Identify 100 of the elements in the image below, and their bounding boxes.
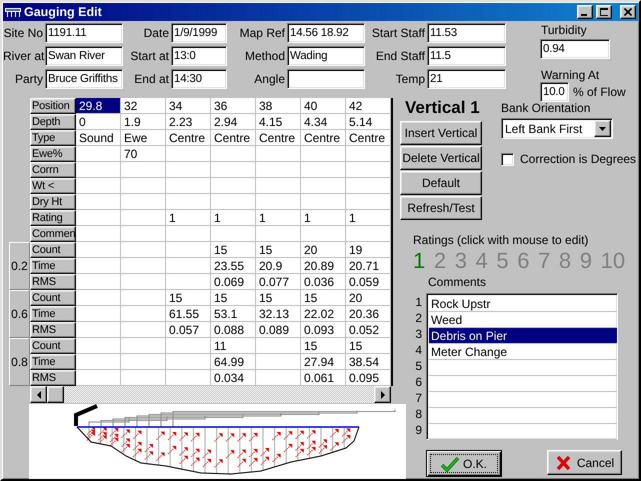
table-cell[interactable]: 1.9 xyxy=(121,114,166,130)
table-cell[interactable]: 1 xyxy=(256,210,301,226)
table-cell[interactable] xyxy=(211,162,256,178)
table-cell[interactable] xyxy=(121,226,166,242)
table-cell[interactable]: 4.34 xyxy=(301,114,346,130)
ok-button[interactable]: O.K. xyxy=(426,450,502,477)
table-cell[interactable] xyxy=(76,354,121,370)
list-item[interactable]: Meter Change xyxy=(429,344,617,360)
table-cell[interactable] xyxy=(346,194,391,210)
table-cell[interactable] xyxy=(256,226,301,242)
table-cell[interactable] xyxy=(76,178,121,194)
scroll-thumb[interactable] xyxy=(47,386,64,403)
input-field[interactable]: 1/9/1999 xyxy=(171,23,227,43)
table-cell[interactable]: 42 xyxy=(346,98,391,114)
action-button[interactable]: Insert Vertical xyxy=(400,121,482,145)
input-field[interactable]: Wading xyxy=(287,46,365,66)
table-cell[interactable]: 2.94 xyxy=(211,114,256,130)
table-cell[interactable]: 23.55 xyxy=(211,258,256,274)
table-cell[interactable] xyxy=(76,306,121,322)
table-cell[interactable]: 20 xyxy=(301,242,346,258)
table-cell[interactable] xyxy=(166,274,211,290)
table-cell[interactable] xyxy=(76,258,121,274)
table-cell[interactable]: 20.89 xyxy=(301,258,346,274)
table-cell[interactable] xyxy=(301,226,346,242)
comments-list[interactable]: Rock Upstr Weed Debris on Pier Meter Change xyxy=(426,293,618,440)
table-cell[interactable] xyxy=(256,146,301,162)
table-cell[interactable] xyxy=(346,178,391,194)
table-cell[interactable]: 0.093 xyxy=(301,322,346,338)
close-button[interactable] xyxy=(620,5,636,19)
table-cell[interactable]: 0.052 xyxy=(346,322,391,338)
table-cell[interactable]: 36 xyxy=(211,98,256,114)
table-cell[interactable]: Centre xyxy=(346,130,391,146)
table-cell[interactable]: 5.14 xyxy=(346,114,391,130)
scroll-left-button[interactable] xyxy=(30,386,47,403)
table-cell[interactable] xyxy=(166,242,211,258)
checkbox[interactable] xyxy=(501,152,514,166)
table-cell[interactable]: 4.15 xyxy=(256,114,301,130)
table-cell[interactable]: 1 xyxy=(211,210,256,226)
table-cell[interactable]: 15 xyxy=(256,290,301,306)
table-cell[interactable] xyxy=(76,162,121,178)
table-cell[interactable] xyxy=(166,226,211,242)
table-cell[interactable]: Sound xyxy=(76,130,121,146)
table-cell[interactable]: 64.99 xyxy=(211,354,256,370)
table-cell[interactable] xyxy=(76,226,121,242)
table-cell[interactable]: 19 xyxy=(346,242,391,258)
table-cell[interactable] xyxy=(211,226,256,242)
table-cell[interactable] xyxy=(121,290,166,306)
table-cell[interactable]: 40 xyxy=(301,98,346,114)
table-cell[interactable]: 61.55 xyxy=(166,306,211,322)
table-cell[interactable]: 15 xyxy=(166,290,211,306)
table-cell[interactable] xyxy=(76,210,121,226)
table-cell[interactable] xyxy=(211,194,256,210)
table-cell[interactable]: 27.94 xyxy=(301,354,346,370)
table-cell[interactable] xyxy=(256,354,301,370)
table-cell[interactable]: 15 xyxy=(256,242,301,258)
table-cell[interactable] xyxy=(166,258,211,274)
input-field[interactable]: 14:30 xyxy=(171,69,227,89)
table-cell[interactable]: 15 xyxy=(211,242,256,258)
input-field[interactable] xyxy=(287,69,365,89)
table-cell[interactable] xyxy=(166,338,211,354)
table-cell[interactable] xyxy=(121,274,166,290)
table-cell[interactable] xyxy=(76,274,121,290)
cancel-button[interactable]: Cancel xyxy=(547,450,622,475)
table-cell[interactable] xyxy=(121,258,166,274)
dropdown[interactable]: Left Bank First xyxy=(501,118,613,139)
table-cell[interactable] xyxy=(121,162,166,178)
table-cell[interactable] xyxy=(121,194,166,210)
table-cell[interactable] xyxy=(121,242,166,258)
table-cell[interactable]: 38 xyxy=(256,98,301,114)
table-cell[interactable] xyxy=(121,354,166,370)
table-cell[interactable]: 15 xyxy=(301,290,346,306)
table-cell[interactable]: 29.8 xyxy=(76,98,121,114)
table-cell[interactable] xyxy=(301,194,346,210)
action-button[interactable]: Refresh/Test xyxy=(400,196,482,220)
table-cell[interactable]: 34 xyxy=(166,98,211,114)
table-cell[interactable]: 2.23 xyxy=(166,114,211,130)
input-field[interactable]: Swan River xyxy=(45,46,123,66)
table-cell[interactable] xyxy=(166,146,211,162)
table-cell[interactable]: 38.54 xyxy=(346,354,391,370)
table-cell[interactable] xyxy=(166,194,211,210)
table-cell[interactable] xyxy=(166,178,211,194)
table-cell[interactable]: 0.089 xyxy=(256,322,301,338)
table-cell[interactable] xyxy=(121,322,166,338)
table-cell[interactable] xyxy=(76,194,121,210)
table-cell[interactable] xyxy=(211,146,256,162)
input-field[interactable]: 0.94 xyxy=(540,39,610,59)
table-cell[interactable] xyxy=(256,194,301,210)
horizontal-scrollbar[interactable] xyxy=(30,386,391,403)
dropdown-button[interactable] xyxy=(594,120,611,137)
list-item[interactable]: Debris on Pier xyxy=(429,328,617,344)
table-cell[interactable] xyxy=(346,226,391,242)
table-cell[interactable] xyxy=(121,338,166,354)
table-cell[interactable] xyxy=(121,210,166,226)
table-cell[interactable]: 0.069 xyxy=(211,274,256,290)
table-cell[interactable]: 15 xyxy=(346,338,391,354)
action-button[interactable]: Default xyxy=(400,171,482,195)
table-cell[interactable]: 1 xyxy=(166,210,211,226)
input-field[interactable]: 11.53 xyxy=(427,23,506,43)
input-field[interactable]: 10.0 xyxy=(540,82,569,102)
table-cell[interactable]: 53.1 xyxy=(211,306,256,322)
